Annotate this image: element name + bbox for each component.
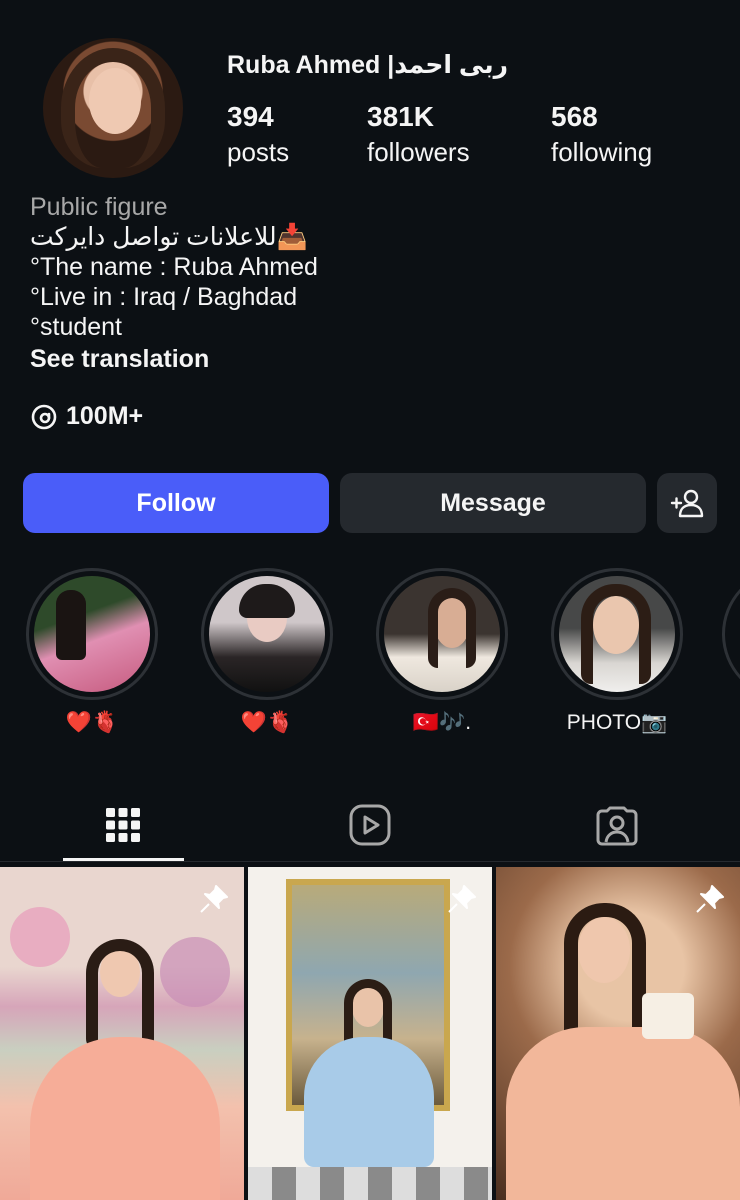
tab-reels[interactable] (310, 790, 430, 860)
stat-posts-value: 394 (227, 101, 274, 132)
highlight-cover (34, 576, 150, 692)
highlight-item-partial[interactable] (722, 568, 740, 700)
bio-line: °Live in : Iraq / Baghdad (30, 283, 298, 311)
follow-button[interactable]: Follow (23, 473, 329, 533)
stat-posts[interactable]: 394 posts (227, 100, 289, 170)
stat-following-label: following (551, 137, 653, 167)
highlight-ring (551, 568, 683, 700)
follow-button-label: Follow (136, 488, 216, 517)
profile-username: Ruba Ahmed |ربى احمد (227, 51, 508, 79)
highlight-cover (209, 576, 325, 692)
pin-icon (696, 885, 724, 913)
highlight-ring (376, 568, 508, 700)
highlight-label: ❤️🫀 (240, 711, 294, 734)
suggested-users-button[interactable] (657, 473, 717, 533)
post-thumbnail[interactable] (0, 867, 244, 1200)
highlight-ring (201, 568, 333, 700)
stat-followers[interactable]: 381K followers (367, 100, 470, 170)
tab-tagged[interactable] (557, 790, 677, 860)
stat-followers-label: followers (367, 137, 470, 167)
grid-icon (106, 808, 140, 842)
profile-bio: Public figure 📥للاعلانات تواصل دايركت °T… (30, 192, 710, 374)
stat-following-value: 568 (551, 101, 598, 132)
highlight-item[interactable]: ❤️🫀 (22, 568, 162, 736)
see-translation-link[interactable]: See translation (30, 344, 710, 374)
highlight-item[interactable]: 🇹🇷🎶. (372, 568, 512, 736)
profile-category: Public figure (30, 193, 168, 221)
add-user-icon (670, 489, 704, 518)
message-button[interactable]: Message (340, 473, 646, 533)
pin-icon (448, 885, 476, 913)
tab-divider (0, 861, 740, 862)
profile-avatar[interactable] (43, 38, 183, 178)
threads-count: 100M+ (66, 402, 144, 430)
stat-following[interactable]: 568 following (551, 100, 652, 170)
tab-posts-grid[interactable] (63, 790, 183, 860)
bio-line: °student (30, 313, 123, 341)
bio-line: 📥للاعلانات تواصل دايركت (30, 223, 308, 251)
threads-badge[interactable]: 100M+ (30, 402, 143, 431)
highlight-item[interactable]: PHOTO📷 (547, 568, 687, 736)
threads-icon (31, 404, 57, 429)
post-thumbnail[interactable] (248, 867, 492, 1200)
post-thumbnail[interactable] (496, 867, 740, 1200)
highlight-item[interactable]: ❤️🫀 (197, 568, 337, 736)
highlight-label: PHOTO📷 (566, 711, 668, 734)
highlight-ring (26, 568, 158, 700)
stat-followers-value: 381K (367, 101, 434, 132)
highlight-label: ❤️🫀 (65, 711, 119, 734)
message-button-label: Message (440, 488, 546, 517)
tagged-icon (596, 806, 638, 846)
reels-icon (349, 804, 391, 846)
highlight-cover (559, 576, 675, 692)
stat-posts-label: posts (227, 137, 290, 167)
highlight-label: 🇹🇷🎶. (412, 711, 472, 734)
bio-line: °The name : Ruba Ahmed (30, 253, 318, 281)
pin-icon (200, 885, 228, 913)
highlight-cover (384, 576, 500, 692)
